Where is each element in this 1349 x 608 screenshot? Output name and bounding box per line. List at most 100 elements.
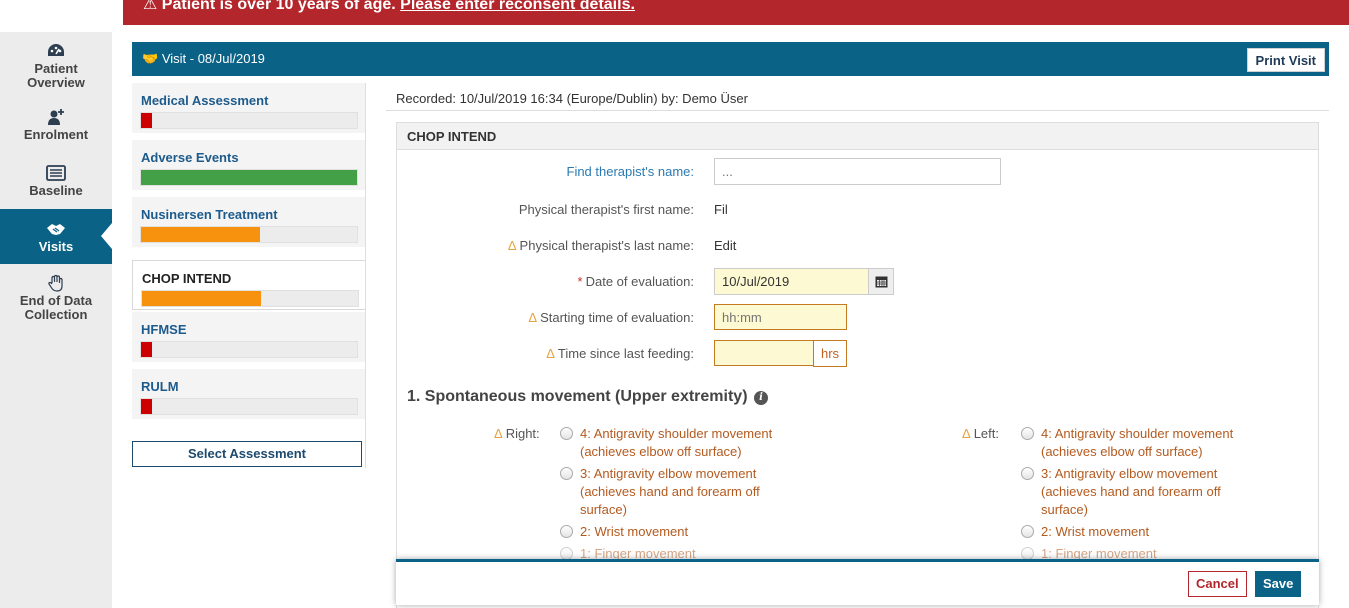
radio-button[interactable] [560,467,573,480]
nav-label: Patient [34,61,78,76]
last-name-label: Δ Physical therapist's last name: [508,238,694,253]
nav-baseline[interactable]: Baseline [0,164,112,204]
assessment-item[interactable]: Adverse Events [132,140,366,190]
feeding-time-label: Δ Time since last feeding: [546,346,694,361]
handshake-icon: 🤝 [142,51,159,66]
feeding-time-label-text: Time since last feeding: [557,346,694,361]
reconsent-link[interactable]: Please enter reconsent details. [400,0,635,13]
right-option-3[interactable]: 3: Antigravity elbow movement (achieves … [560,465,790,519]
left-side-label: Δ Left: [962,426,999,441]
first-name-value: Fil [714,202,728,217]
date-evaluation-row: * Date of evaluation: [396,268,1319,296]
option-text: 2: Wrist movement [580,524,689,539]
assessment-name: Medical Assessment [141,93,269,108]
left-option-4[interactable]: 4: Antigravity shoulder movement (achiev… [1021,425,1251,461]
option-text: 4: Antigravity shoulder movement (achiev… [580,426,773,459]
delta-marker: Δ [528,310,538,325]
feeding-time-row: Δ Time since last feeding: hrs [396,340,1319,368]
delta-marker: Δ [546,346,555,361]
right-option-2[interactable]: 2: Wrist movement [560,523,790,541]
nav-label: Visits [38,239,74,254]
info-icon[interactable]: i [753,391,768,405]
add-user-icon [48,109,64,125]
find-therapist-row: Find therapist's name: [396,158,1319,186]
last-name-value: Edit [714,238,737,253]
right-side-label: Δ Right: [494,426,540,441]
nav-patient-overview[interactable]: Patient Overview [0,42,112,94]
assessment-progress-bar [140,112,358,129]
list-icon [46,165,66,181]
assessment-progress-bar [140,398,358,415]
nav-enrolment[interactable]: Enrolment [0,108,112,148]
progress-fill [141,399,152,414]
option-text: 2: Wrist movement [1041,524,1150,539]
nav-label: Collection [24,307,88,322]
radio-button[interactable] [1021,427,1034,440]
radio-button[interactable] [560,427,573,440]
calendar-icon [875,276,887,288]
start-time-label: Δ Starting time of evaluation: [528,310,694,325]
dashboard-icon [48,44,64,56]
assessment-progress-bar [140,169,358,186]
assessment-progress-bar [141,290,359,307]
feeding-time-input[interactable] [714,340,814,366]
divider [386,110,1329,111]
hand-stop-icon [48,274,63,292]
assessment-name: HFMSE [141,322,187,337]
progress-fill [142,291,261,306]
radio-button[interactable] [1021,467,1034,480]
radio-button[interactable] [560,525,573,538]
radio-button[interactable] [1021,525,1034,538]
option-text: 4: Antigravity shoulder movement (achiev… [1041,426,1234,459]
assessment-item[interactable]: RULM [132,369,366,419]
last-name-label-text: Physical therapist's last name: [519,238,694,253]
assessment-name: CHOP INTEND [142,271,232,286]
start-time-input[interactable] [714,304,847,330]
nav-label: Enrolment [23,127,89,142]
calendar-button[interactable] [868,268,894,295]
assessment-name: RULM [141,379,179,394]
required-marker: * [577,274,583,289]
warning-icon: ⚠ [143,0,158,13]
delta-marker: Δ [962,426,971,441]
question-title: 1. Spontaneous movement (Upper extremity… [407,388,768,406]
assessment-list-divider [365,83,366,468]
therapist-search-input[interactable] [714,158,1001,185]
select-assessment-button[interactable]: Select Assessment [132,441,362,467]
assessment-item[interactable]: CHOP INTEND [132,260,366,310]
nav-visits[interactable]: Visits [0,209,112,264]
date-evaluation-input[interactable] [714,268,869,295]
assessment-item[interactable]: Medical Assessment [132,83,366,133]
date-evaluation-label-text: Date of evaluation: [585,274,694,289]
option-text: 3: Antigravity elbow movement (achieves … [580,466,760,517]
assessment-item[interactable]: Nusinersen Treatment [132,197,366,247]
assessment-progress-bar [140,341,358,358]
right-label-text: Right: [505,426,540,441]
form-action-bar: Cancel Save [396,559,1319,605]
start-time-row: Δ Starting time of evaluation: [396,304,1319,332]
right-option-4[interactable]: 4: Antigravity shoulder movement (achiev… [560,425,790,461]
cancel-button[interactable]: Cancel [1188,571,1247,597]
left-option-2[interactable]: 2: Wrist movement [1021,523,1251,541]
left-option-3[interactable]: 3: Antigravity elbow movement (achieves … [1021,465,1251,519]
first-name-row: Physical therapist's first name: Fil [396,196,1319,224]
progress-fill [141,113,152,128]
left-label-text: Left: [973,426,999,441]
save-button[interactable]: Save [1255,571,1302,597]
handshake-icon [47,224,65,235]
hrs-unit-addon: hrs [813,340,847,367]
date-evaluation-label: * Date of evaluation: [578,274,694,289]
assessment-name: Adverse Events [141,150,239,165]
delta-marker: Δ [507,238,517,253]
nav-label: Overview [27,75,85,90]
recorded-info: Recorded: 10/Jul/2019 16:34 (Europe/Dubl… [396,91,748,106]
last-name-row: Δ Physical therapist's last name: Edit [396,232,1319,260]
find-therapist-link[interactable]: Find therapist's name: [567,164,695,179]
reconsent-alert-banner: ⚠ Patient is over 10 years of age. Pleas… [123,0,1349,25]
nav-label: Baseline [29,183,83,198]
print-visit-button[interactable]: Print Visit [1246,48,1325,72]
nav-end-of-data-collection[interactable]: End of Data Collection [0,274,112,326]
visit-header-bar: 🤝 Visit - 08/Jul/2019 Print Visit [132,42,1329,76]
progress-fill [141,227,260,242]
assessment-item[interactable]: HFMSE [132,312,366,362]
